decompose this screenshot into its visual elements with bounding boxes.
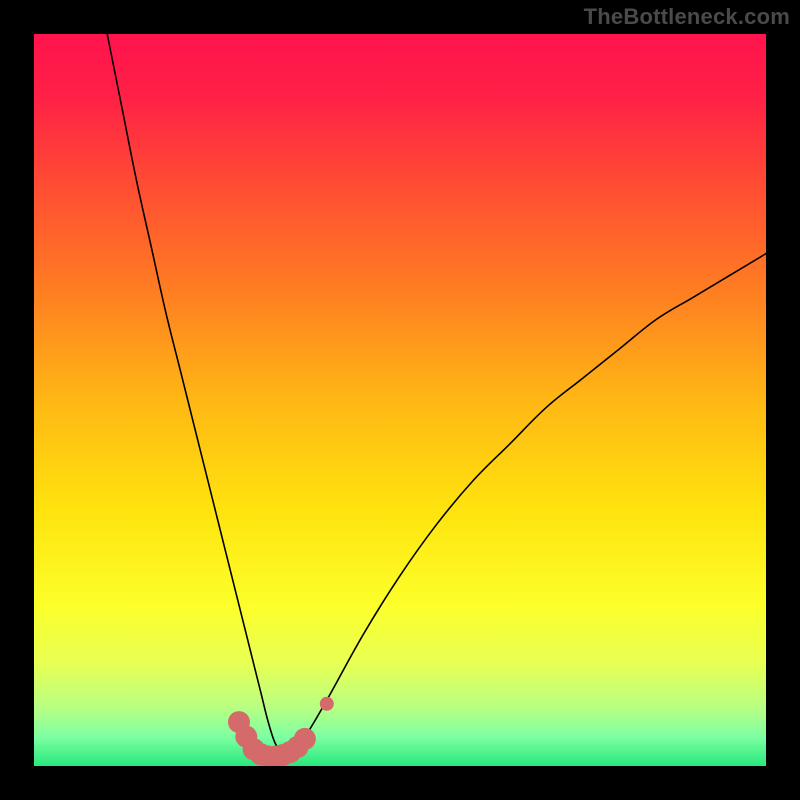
gradient-bg [34, 34, 766, 766]
highlight-point [320, 697, 334, 711]
watermark-text: TheBottleneck.com [584, 4, 790, 30]
plot-area [34, 34, 766, 766]
chart-svg [34, 34, 766, 766]
chart-frame: TheBottleneck.com [0, 0, 800, 800]
highlight-point [294, 728, 316, 750]
